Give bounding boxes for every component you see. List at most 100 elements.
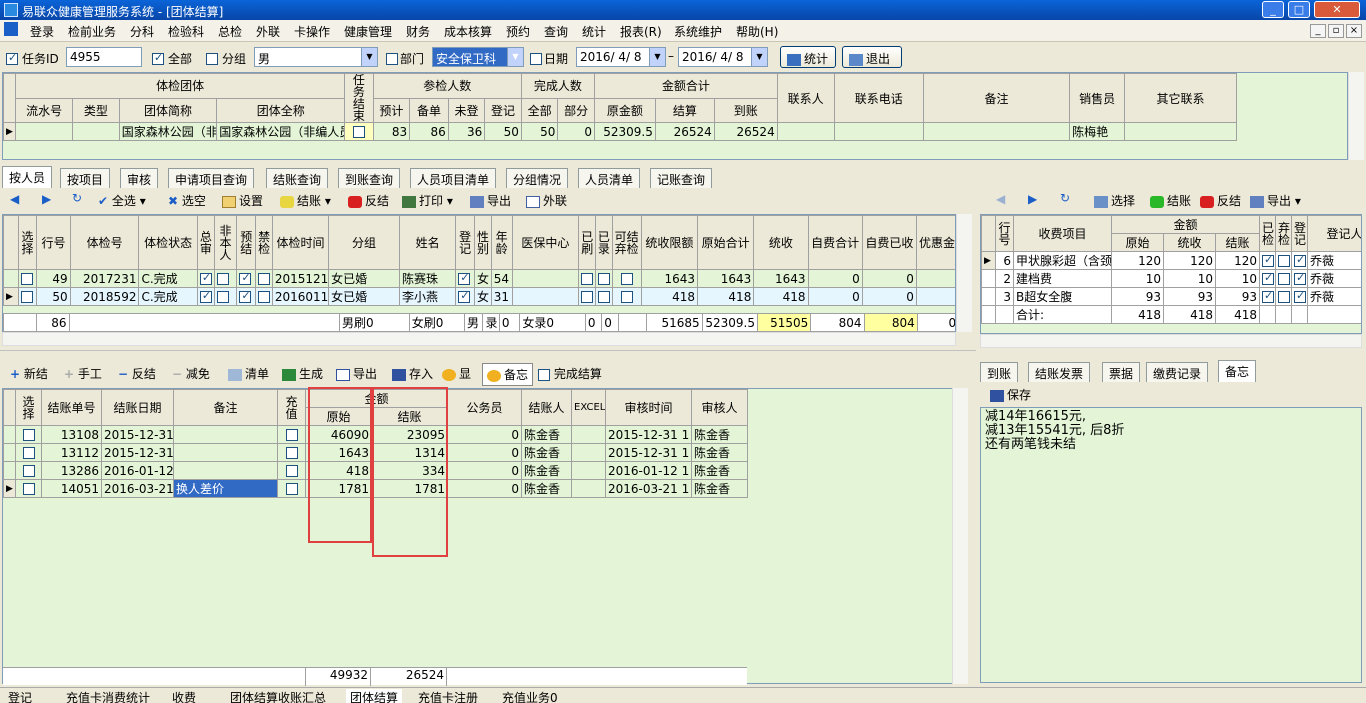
settle-reverse-button[interactable]: − 反结 bbox=[118, 365, 156, 382]
bottom-tab-recharge[interactable]: 充值业务0 bbox=[502, 689, 558, 703]
col-phone[interactable]: 联系电话 bbox=[833, 73, 924, 123]
cell-limit[interactable]: 1643 bbox=[640, 269, 699, 288]
cell-collect[interactable]: 1643 bbox=[753, 269, 809, 288]
cell-item[interactable]: B超女全腹 bbox=[1013, 287, 1112, 306]
col-note[interactable]: 备注 bbox=[173, 389, 278, 426]
tab-settle-invoice[interactable]: 结账发票 bbox=[1028, 362, 1091, 382]
col-auditor[interactable]: 审核人 bbox=[691, 389, 749, 426]
col-sales[interactable]: 销售员 bbox=[1069, 73, 1125, 123]
menu-cost[interactable]: 成本核算 bbox=[444, 23, 492, 40]
col-type[interactable]: 类型 bbox=[72, 97, 120, 123]
task-status-checkbox[interactable] bbox=[344, 122, 374, 141]
cell-item[interactable]: 建档费 bbox=[1013, 269, 1112, 288]
abandoned-checkbox[interactable] bbox=[1275, 269, 1292, 288]
registered-checkbox[interactable] bbox=[1291, 269, 1308, 288]
recharge-checkbox[interactable] bbox=[277, 443, 306, 462]
item-select-button[interactable]: 选择 bbox=[1094, 192, 1135, 209]
recharge-checkbox[interactable] bbox=[277, 479, 306, 498]
cell-settle-person[interactable]: 陈金香 bbox=[521, 425, 573, 444]
menu-card[interactable]: 卡操作 bbox=[294, 23, 330, 40]
menu-health[interactable]: 健康管理 bbox=[344, 23, 392, 40]
cell-orig[interactable]: 10 bbox=[1111, 269, 1164, 288]
cell-exam-time[interactable]: 20160112 bbox=[271, 287, 330, 306]
col-not-registered[interactable]: 未登 bbox=[447, 97, 486, 123]
cell-settle-no[interactable]: 13286 bbox=[41, 461, 102, 480]
col-total-audit[interactable]: 总审 bbox=[196, 215, 215, 270]
date-to-picker[interactable]: 2016/ 4/ 8 ▼ bbox=[678, 47, 768, 67]
col-settle-person[interactable]: 结账人 bbox=[521, 389, 573, 426]
col-discount[interactable]: 优惠金额 bbox=[915, 215, 955, 270]
cell-prepared[interactable]: 86 bbox=[409, 122, 449, 141]
cell-registrar[interactable]: 乔薇 bbox=[1307, 251, 1361, 270]
new-settle-button[interactable]: + 新结 bbox=[10, 365, 48, 382]
group-select[interactable]: 男 ▼ bbox=[254, 47, 378, 67]
banned-checkbox[interactable] bbox=[255, 269, 273, 288]
swiped-checkbox[interactable] bbox=[578, 287, 596, 306]
col-recharge[interactable]: 充值 bbox=[277, 389, 306, 426]
total-audit-checkbox[interactable] bbox=[196, 269, 215, 288]
checked-checkbox[interactable] bbox=[1259, 287, 1276, 306]
dept-select[interactable]: 安全保卫科 ▼ bbox=[432, 47, 524, 67]
cell-orig[interactable]: 93 bbox=[1111, 287, 1164, 306]
tab-receipt[interactable]: 票据 bbox=[1102, 362, 1141, 382]
col-audit-time[interactable]: 审核时间 bbox=[605, 389, 693, 426]
cell-exam-time[interactable]: 20151219 bbox=[271, 269, 330, 288]
row-select-checkbox[interactable] bbox=[15, 443, 42, 462]
col-exam-time[interactable]: 体检时间 bbox=[271, 215, 330, 270]
col-select[interactable]: 选择 bbox=[17, 215, 38, 270]
col-excel[interactable]: EXCEL bbox=[571, 389, 607, 426]
col-complete-all[interactable]: 全部 bbox=[520, 97, 559, 123]
minimize-button[interactable]: _ bbox=[1262, 1, 1284, 18]
maximize-button[interactable]: □ bbox=[1288, 1, 1310, 18]
reduce-button[interactable]: − 减免 bbox=[172, 365, 210, 382]
col-not-self[interactable]: 非本人 bbox=[213, 215, 238, 270]
cell-name[interactable]: 李小燕 bbox=[398, 287, 457, 306]
col-complete-partial[interactable]: 部分 bbox=[557, 97, 595, 123]
table-row[interactable]: 3 B超女全腹 93 93 93 乔薇 bbox=[981, 287, 1361, 306]
complete-settle-toggle[interactable]: 完成结算 bbox=[538, 365, 602, 382]
cell-self-paid[interactable]: 0 bbox=[861, 269, 917, 288]
refresh-icon[interactable]: ↻ bbox=[72, 191, 82, 205]
cell-sales[interactable]: 陈梅艳 bbox=[1069, 122, 1125, 141]
menu-login[interactable]: 登录 bbox=[30, 23, 54, 40]
close-button[interactable]: ✕ bbox=[1314, 1, 1360, 18]
all-checkbox[interactable] bbox=[152, 51, 164, 65]
col-can-abandon[interactable]: 可结弃检 bbox=[611, 215, 642, 270]
item-grid-hscrollbar[interactable] bbox=[980, 334, 1362, 348]
cell-exam-no[interactable]: 2018592 bbox=[69, 287, 140, 306]
table-row[interactable]: 49 2017231 C.完成 20151219 女已婚 陈赛珠 女 54 16… bbox=[3, 269, 955, 288]
cell-settle-date[interactable]: 2015-12-31 bbox=[101, 443, 174, 462]
memo-save-button[interactable]: 保存 bbox=[990, 386, 1031, 403]
cell-short-name[interactable]: 国家森林公园（非 bbox=[118, 122, 218, 141]
cell-plan[interactable]: 83 bbox=[372, 122, 411, 141]
cell-age[interactable]: 31 bbox=[490, 287, 513, 306]
registered-checkbox[interactable] bbox=[1291, 251, 1308, 270]
settle-export-button[interactable]: 导出 bbox=[336, 365, 377, 382]
col-self-paid[interactable]: 自费已收 bbox=[861, 215, 917, 270]
date-checkbox[interactable] bbox=[530, 51, 542, 65]
col-plan[interactable]: 预计 bbox=[372, 97, 411, 123]
col-received[interactable]: 到账 bbox=[713, 97, 778, 123]
col-exam-no[interactable]: 体检号 bbox=[69, 215, 140, 270]
prev-icon[interactable]: ◀ bbox=[10, 192, 19, 206]
col-limit[interactable]: 统收限额 bbox=[640, 215, 699, 270]
cell-audit-time[interactable]: 2015-12-31 1 bbox=[605, 443, 693, 462]
recharge-checkbox[interactable] bbox=[277, 425, 306, 444]
col-charge-item[interactable]: 收费项目 bbox=[1013, 215, 1112, 252]
task-id-checkbox[interactable] bbox=[6, 51, 18, 65]
menu-query[interactable]: 查询 bbox=[544, 23, 568, 40]
cell-full-name[interactable]: 国家森林公园（非编人员 bbox=[216, 122, 346, 141]
cell-not-registered[interactable]: 36 bbox=[447, 122, 486, 141]
col-swiped[interactable]: 已刷 bbox=[578, 215, 596, 270]
col-orig-total[interactable]: 原始合计 bbox=[697, 215, 755, 270]
menu-report[interactable]: 报表(R) bbox=[620, 23, 662, 40]
cell-settle-no[interactable]: 13112 bbox=[41, 443, 102, 462]
cell-civil[interactable]: 0 bbox=[447, 425, 523, 444]
tab-person-item-list[interactable]: 人员项目清单 bbox=[410, 168, 497, 188]
tab-by-item[interactable]: 按项目 bbox=[60, 168, 111, 188]
cell-self[interactable]: 0 bbox=[807, 269, 863, 288]
col-recorded[interactable]: 已录 bbox=[594, 215, 613, 270]
external-button[interactable]: 外联 bbox=[526, 192, 567, 209]
exit-button[interactable]: 退出 bbox=[842, 46, 902, 68]
person-grid-scrollbar[interactable] bbox=[956, 214, 972, 332]
